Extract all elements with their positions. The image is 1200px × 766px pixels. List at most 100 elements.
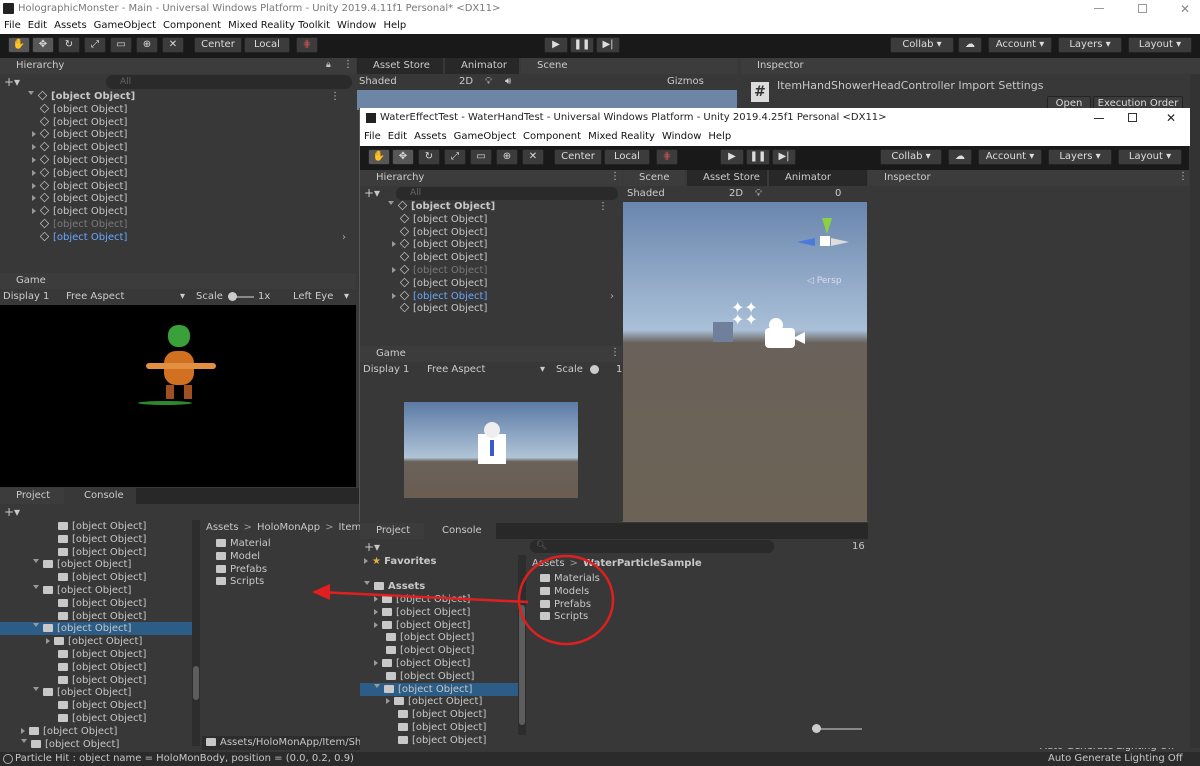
grid-snap-button[interactable]: ⋕ <box>656 149 678 165</box>
tab-game[interactable]: Game <box>0 273 356 289</box>
menu-item-gameobject[interactable]: GameObject <box>454 131 516 142</box>
step-button[interactable]: ▶| <box>596 37 620 53</box>
layers-dropdown[interactable]: Layers ▾ <box>1048 149 1112 165</box>
expand-arrow-icon[interactable] <box>33 623 39 630</box>
expand-arrow-icon[interactable] <box>32 195 36 202</box>
menu-item-window[interactable]: Window <box>662 131 701 142</box>
folder-item[interactable]: Prefabs <box>216 563 267 576</box>
hierarchy-item[interactable]: [object Object] <box>32 192 127 205</box>
menu-item-file[interactable]: File <box>4 20 21 31</box>
folder-item[interactable]: Material <box>216 537 271 550</box>
menu-item-assets[interactable]: Assets <box>54 20 87 31</box>
menu-item-file[interactable]: File <box>364 131 381 142</box>
tab-console[interactable]: Console <box>426 523 496 539</box>
scrollbar[interactable] <box>518 555 526 735</box>
project-folder-item[interactable]: [object Object] <box>360 644 518 657</box>
account-dropdown[interactable]: Account ▾ <box>978 149 1042 165</box>
folder-item[interactable]: Prefabs <box>540 598 591 611</box>
breadcrumb-item[interactable]: HoloMonApp <box>257 522 320 533</box>
shading-dropdown[interactable]: Shaded <box>627 186 665 202</box>
project-folder-item[interactable]: [object Object] <box>360 734 518 747</box>
favorites-item[interactable]: ★ Favorites <box>364 555 436 568</box>
cloud-icon[interactable]: ☁ <box>948 149 972 165</box>
project-folder-item[interactable]: [object Object] <box>360 695 518 708</box>
expand-arrow-icon[interactable] <box>21 727 25 734</box>
project-folder-item[interactable]: [object Object] <box>0 699 192 712</box>
project-folder-item[interactable]: [object Object] <box>0 546 192 559</box>
hierarchy-item[interactable]: [object Object] <box>32 180 127 193</box>
expand-arrow-icon[interactable] <box>32 157 36 163</box>
hierarchy-item[interactable]: [object Object] <box>32 141 127 154</box>
maximize-icon[interactable] <box>1128 113 1137 122</box>
expand-arrow-icon[interactable] <box>374 683 380 691</box>
expand-arrow-icon[interactable] <box>32 208 36 215</box>
hierarchy-item[interactable]: [object Object] ⋮ <box>388 200 608 213</box>
folder-item[interactable]: Materials <box>540 572 600 585</box>
hierarchy-item[interactable]: [object Object] <box>399 302 487 315</box>
expand-arrow-icon[interactable] <box>386 698 390 705</box>
assets-root[interactable]: Assets <box>364 580 425 593</box>
breadcrumb-item[interactable]: WaterParticleSample <box>583 558 702 569</box>
hierarchy-item[interactable]: [object Object] <box>39 218 127 231</box>
breadcrumb-item[interactable]: Assets <box>532 558 565 569</box>
close-icon[interactable]: ✕ <box>1180 0 1190 18</box>
tab-inspector[interactable]: Inspector <box>741 58 1200 74</box>
mode-2d-button[interactable]: 2D <box>729 186 743 202</box>
aspect-dropdown[interactable]: Free Aspect <box>427 362 485 378</box>
project-folder-item[interactable]: [object Object] <box>360 631 518 644</box>
lock-icon[interactable]: 🔒︎ <box>326 60 331 70</box>
project-folder-item[interactable]: [object Object] <box>0 584 192 597</box>
project-folder-item[interactable]: [object Object] <box>0 725 192 738</box>
tab-asset-store[interactable]: Asset Store <box>357 58 443 74</box>
tab-hierarchy[interactable]: Hierarchy <box>360 170 622 186</box>
search-input[interactable]: All <box>396 187 618 200</box>
expand-arrow-icon[interactable] <box>374 660 378 666</box>
folder-item[interactable]: Model <box>216 550 260 563</box>
cloud-icon[interactable]: ☁ <box>958 37 982 53</box>
menu-item-mixed-reality-toolkit[interactable]: Mixed Reality Toolkit <box>228 20 330 31</box>
expand-arrow-icon[interactable] <box>392 267 396 273</box>
expand-arrow-icon[interactable] <box>32 182 36 189</box>
pivot-center-button[interactable]: Center <box>194 37 242 53</box>
breadcrumb-item[interactable]: Item <box>338 522 361 533</box>
project-folder-item[interactable]: [object Object] <box>0 661 192 674</box>
menu-item-component[interactable]: Component <box>523 131 581 142</box>
scale-slider-knob[interactable] <box>590 365 599 374</box>
hierarchy-item[interactable]: [object Object] <box>392 264 487 277</box>
display-dropdown[interactable]: Display 1 <box>3 289 49 305</box>
aspect-dropdown[interactable]: Free Aspect <box>66 289 124 305</box>
move-tool-button[interactable]: ✥ <box>32 37 54 53</box>
project-folder-item[interactable]: [object Object] <box>0 738 192 751</box>
pivot-local-button[interactable]: Local <box>604 149 650 165</box>
transform-tool-button[interactable]: ⊕ <box>496 149 518 165</box>
hierarchy-item[interactable]: [object Object] <box>399 213 487 226</box>
menu-item-edit[interactable]: Edit <box>388 131 407 142</box>
scene-view[interactable]: ◁ Persp ✦✦ ✦✦ <box>623 202 867 522</box>
eye-dropdown[interactable]: Left Eye <box>293 289 333 305</box>
tab-scene[interactable]: Scene <box>521 58 737 74</box>
hierarchy-item[interactable]: [object Object] <box>39 103 127 116</box>
hidden-count[interactable]: 0 <box>835 186 841 202</box>
account-dropdown[interactable]: Account ▾ <box>988 37 1052 53</box>
pivot-local-button[interactable]: Local <box>244 37 290 53</box>
project-folder-item[interactable]: [object Object] <box>0 686 192 699</box>
expand-arrow-icon[interactable] <box>374 621 378 628</box>
expand-arrow-icon[interactable] <box>388 201 394 208</box>
scene-gizmo[interactable] <box>793 214 853 274</box>
hierarchy-item[interactable]: [object Object] <box>32 167 127 180</box>
project-folder-item[interactable]: [object Object] <box>360 593 518 606</box>
game-view[interactable] <box>404 402 578 498</box>
rotate-tool-button[interactable]: ↻ <box>58 37 80 53</box>
tab-game[interactable]: Game <box>360 346 622 362</box>
project-folder-item[interactable]: [object Object] <box>0 571 192 584</box>
tab-console[interactable]: Console <box>68 488 136 504</box>
project-folder-item[interactable]: [object Object] <box>0 674 192 687</box>
display-dropdown[interactable]: Display 1 <box>363 362 409 378</box>
menu-item-help[interactable]: Help <box>708 131 731 142</box>
tab-hierarchy[interactable]: Hierarchy <box>0 58 356 74</box>
project-folder-item[interactable]: [object Object] <box>360 619 518 632</box>
project-folder-item[interactable]: [object Object] <box>0 520 192 533</box>
play-button[interactable]: ▶ <box>544 37 568 53</box>
project-folder-item[interactable]: [object Object] <box>0 712 192 725</box>
gizmos-dropdown[interactable]: Gizmos <box>667 74 704 90</box>
